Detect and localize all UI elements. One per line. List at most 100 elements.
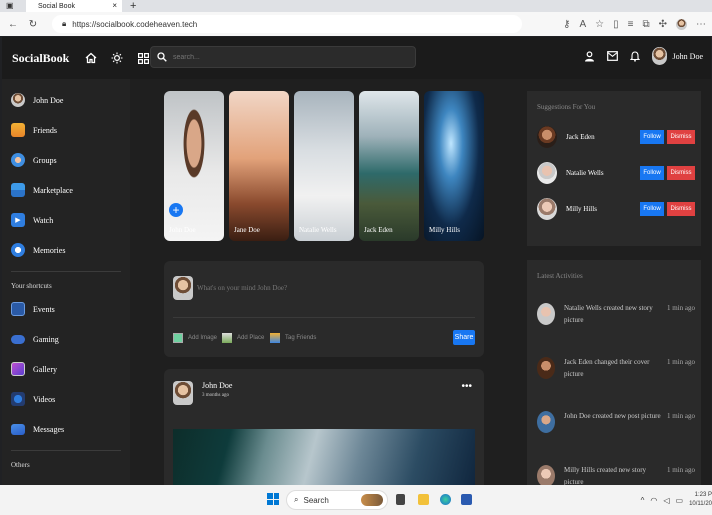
notifications-bell-icon[interactable] — [629, 50, 640, 62]
activity-item[interactable]: Natalie Wells created new story picture … — [537, 302, 697, 326]
composer-input[interactable]: What's on your mind John Doe? — [197, 284, 287, 292]
sidebar-item-marketplace[interactable]: Marketplace — [2, 175, 130, 205]
header-user-name[interactable]: John Doe — [673, 52, 703, 61]
follow-button[interactable]: Follow — [640, 202, 664, 216]
back-icon[interactable]: ← — [6, 19, 20, 30]
url-field[interactable]: 🔒︎ https://socialbook.codeheaven.tech — [52, 15, 522, 33]
sidebar-item-memories[interactable]: Memories — [2, 235, 130, 265]
tag-friends-button[interactable]: Tag Friends — [270, 333, 316, 343]
groups-icon — [11, 153, 25, 167]
follow-button[interactable]: Follow — [640, 130, 664, 144]
volume-icon[interactable]: ◁ — [663, 496, 669, 505]
search-box — [150, 46, 416, 68]
post-author-avatar[interactable] — [173, 381, 193, 405]
theme-toggle-icon[interactable] — [111, 52, 123, 64]
browser-tab[interactable]: Social Book × — [26, 0, 122, 12]
add-image-button[interactable]: Add Image — [173, 333, 217, 343]
task-view-icon[interactable] — [396, 494, 405, 505]
activity-time: 1 min ago — [667, 412, 695, 420]
split-screen-icon[interactable]: ▯ — [613, 19, 619, 30]
dismiss-button[interactable]: Dismiss — [667, 202, 695, 216]
store-icon[interactable] — [461, 494, 472, 505]
story-card[interactable]: Milly Hills — [424, 91, 484, 241]
suggestion-avatar[interactable] — [537, 162, 557, 184]
sidebar-item-gaming[interactable]: Gaming — [2, 324, 130, 354]
window-menu-icon[interactable]: ▣ — [6, 1, 14, 10]
story-card[interactable]: + John Doe — [164, 91, 224, 241]
activity-avatar — [537, 357, 555, 379]
watch-icon: ▶ — [11, 213, 25, 227]
story-name: John Doe — [169, 226, 196, 234]
messages-icon — [11, 423, 25, 435]
follow-button[interactable]: Follow — [640, 166, 664, 180]
sidebar-item-label: Messages — [33, 424, 65, 434]
profile-icon[interactable] — [584, 50, 595, 62]
search-icon: ⌕ — [294, 495, 299, 504]
favorites-icon[interactable]: ≡ — [628, 19, 634, 30]
sidebar-item-gallery[interactable]: Gallery — [2, 354, 130, 384]
clock[interactable]: 1:23 P 10/11/20 — [689, 491, 712, 509]
home-icon[interactable] — [85, 52, 97, 64]
file-explorer-icon[interactable] — [418, 494, 429, 505]
sidebar-item-groups[interactable]: Groups — [2, 145, 130, 175]
suggestion-name[interactable]: Jack Eden — [566, 133, 636, 141]
collections-icon[interactable]: ⧉ — [642, 19, 649, 30]
composer-avatar — [173, 276, 193, 300]
app-logo[interactable]: SocialBook — [12, 51, 69, 66]
activity-text: Jack Eden changed their cover picture — [564, 358, 650, 378]
dismiss-button[interactable]: Dismiss — [667, 130, 695, 144]
tray-overflow-icon[interactable]: ^ — [641, 496, 645, 505]
extensions-icon[interactable]: ✣ — [659, 19, 667, 30]
add-story-icon[interactable]: + — [169, 203, 183, 217]
add-place-button[interactable]: Add Place — [222, 333, 264, 343]
share-button[interactable]: Share — [453, 330, 475, 345]
dismiss-button[interactable]: Dismiss — [667, 166, 695, 180]
sidebar-item-watch[interactable]: ▶ Watch — [2, 205, 130, 235]
post-composer: What's on your mind John Doe? Add Image … — [164, 261, 484, 357]
new-tab-icon[interactable]: + — [130, 0, 136, 12]
browser-profile-avatar[interactable] — [676, 18, 687, 30]
sidebar-item-friends[interactable]: Friends — [2, 115, 130, 145]
browser-menu-icon[interactable]: ⋯ — [696, 19, 706, 30]
suggestion-name[interactable]: Milly Hills — [566, 205, 636, 213]
favorite-star-icon[interactable]: ☆ — [595, 19, 604, 30]
post-author-name[interactable]: John Doe — [202, 381, 232, 390]
refresh-icon[interactable]: ↻ — [26, 19, 40, 30]
sidebar-item-label: Marketplace — [33, 185, 73, 195]
suggestion-avatar[interactable] — [537, 126, 557, 148]
add-place-label: Add Place — [237, 335, 265, 341]
sidebar-item-events[interactable]: Events — [2, 294, 130, 324]
story-name: Milly Hills — [429, 226, 460, 234]
sidebar-item-messages[interactable]: Messages — [2, 414, 130, 444]
close-tab-icon[interactable]: × — [112, 1, 117, 10]
gallery-icon — [11, 362, 25, 376]
windows-start-icon[interactable] — [267, 493, 279, 505]
lock-icon: 🔒︎ — [62, 19, 67, 28]
search-input[interactable] — [173, 53, 393, 61]
activities-panel: Latest Activities Natalie Wells created … — [527, 260, 701, 487]
read-aloud-icon[interactable]: A — [579, 19, 586, 30]
story-card[interactable]: Natalie Wells — [294, 91, 354, 241]
battery-icon[interactable]: ▭ — [676, 496, 684, 505]
suggestion-avatar[interactable] — [537, 198, 557, 220]
suggestion-item: Jack Eden Follow Dismiss — [537, 126, 695, 148]
story-card[interactable]: Jack Eden — [359, 91, 419, 241]
post-options-icon[interactable]: ••• — [461, 381, 472, 392]
add-image-label: Add Image — [188, 335, 218, 341]
suggestion-name[interactable]: Natalie Wells — [566, 169, 636, 177]
taskbar-search[interactable]: ⌕ Search — [286, 490, 388, 510]
wifi-icon[interactable]: ◠ — [650, 496, 657, 505]
story-card[interactable]: Jane Doe — [229, 91, 289, 241]
header-avatar[interactable] — [651, 47, 667, 65]
activity-item[interactable]: Jack Eden changed their cover picture 1 … — [537, 356, 697, 380]
sidebar-item-videos[interactable]: Videos — [2, 384, 130, 414]
messages-icon[interactable] — [606, 51, 618, 61]
activity-item[interactable]: John Doe created new post picture 1 min … — [537, 410, 697, 433]
edge-browser-icon[interactable] — [440, 494, 451, 505]
suggestion-item: Natalie Wells Follow Dismiss — [537, 162, 695, 184]
sidebar-item-profile[interactable]: John Doe — [2, 85, 130, 115]
apps-grid-icon[interactable] — [137, 52, 149, 64]
key-icon[interactable]: ⚷ — [563, 19, 570, 30]
story-name: Jane Doe — [234, 226, 260, 234]
feed-post: John Doe 3 months ago ••• — [164, 369, 484, 499]
